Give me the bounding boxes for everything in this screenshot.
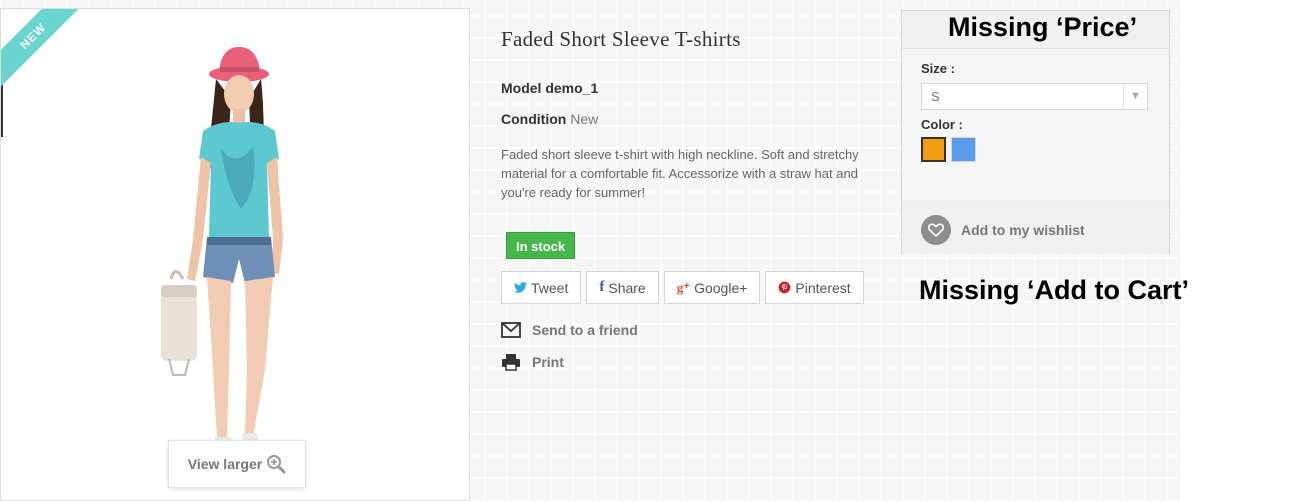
wishlist-label: Add to my wishlist [961, 222, 1085, 238]
condition-label: Condition [501, 111, 567, 127]
product-description: Faded short sleeve t-shirt with high nec… [501, 147, 859, 200]
size-select[interactable]: S ▼ [921, 83, 1148, 110]
add-to-wishlist-link[interactable]: Add to my wishlist [921, 215, 1085, 245]
condition-value: New [570, 111, 599, 127]
product-title: Faded Short Sleeve T-shirts [501, 27, 741, 51]
missing-price-annotation: Missing ‘Price’ [948, 12, 1138, 42]
product-image-panel[interactable]: NEW View larger [0, 8, 470, 501]
tweet-button[interactable]: Tweet [501, 271, 582, 304]
facebook-share-button[interactable]: f Share [586, 271, 659, 304]
model-line: Model demo_1 [501, 80, 598, 96]
product-model-image [161, 47, 283, 461]
size-label: Size : [921, 61, 955, 76]
twitter-icon [514, 282, 527, 293]
share-label: Share [608, 279, 646, 296]
missing-add-to-cart-annotation: Missing ‘Add to Cart’ [919, 275, 1189, 305]
print-link[interactable]: Print [501, 353, 564, 371]
google-plus-button[interactable]: g⁺ Google+ [663, 271, 761, 304]
model-label: Model [501, 80, 542, 96]
facebook-icon: f [599, 279, 605, 295]
pinterest-button[interactable]: Pinterest [765, 271, 864, 304]
size-selected-value: S [931, 89, 940, 104]
social-share-buttons: Tweet f Share g⁺ Google+ Pinterest [501, 271, 864, 304]
google-plus-icon: g⁺ [676, 279, 691, 295]
send-to-friend-label: Send to a friend [532, 322, 638, 338]
printer-icon [502, 354, 520, 371]
zoom-in-icon [267, 455, 286, 474]
chevron-down-icon: ▼ [1123, 84, 1147, 109]
page: NEW View larger Faded Short Sleeve T-shi… [0, 0, 1307, 501]
model-value: demo_1 [545, 80, 599, 96]
pinterest-icon [779, 281, 791, 294]
new-badge: NEW [1, 9, 85, 88]
envelope-icon [501, 322, 521, 338]
send-to-friend-link[interactable]: Send to a friend [501, 321, 638, 339]
stock-status-badge: In stock [506, 232, 576, 259]
product-options-box: Size : S ▼ Color : Add to my wishlist [901, 10, 1170, 254]
color-swatch-blue[interactable] [951, 137, 976, 162]
print-label: Print [532, 354, 564, 370]
tweet-label: Tweet [531, 279, 569, 296]
view-larger-button[interactable]: View larger [168, 440, 306, 488]
product-page-screenshot: NEW View larger Faded Short Sleeve T-shi… [0, 0, 1180, 501]
heart-icon [921, 215, 951, 245]
view-larger-label: View larger [187, 456, 263, 472]
panel-edge-marker [1, 79, 3, 137]
condition-line: Condition New [501, 111, 598, 127]
color-label: Color : [921, 117, 963, 132]
color-swatch-orange[interactable] [921, 137, 946, 162]
google-plus-label: Google+ [694, 279, 748, 296]
pinterest-label: Pinterest [795, 279, 851, 296]
